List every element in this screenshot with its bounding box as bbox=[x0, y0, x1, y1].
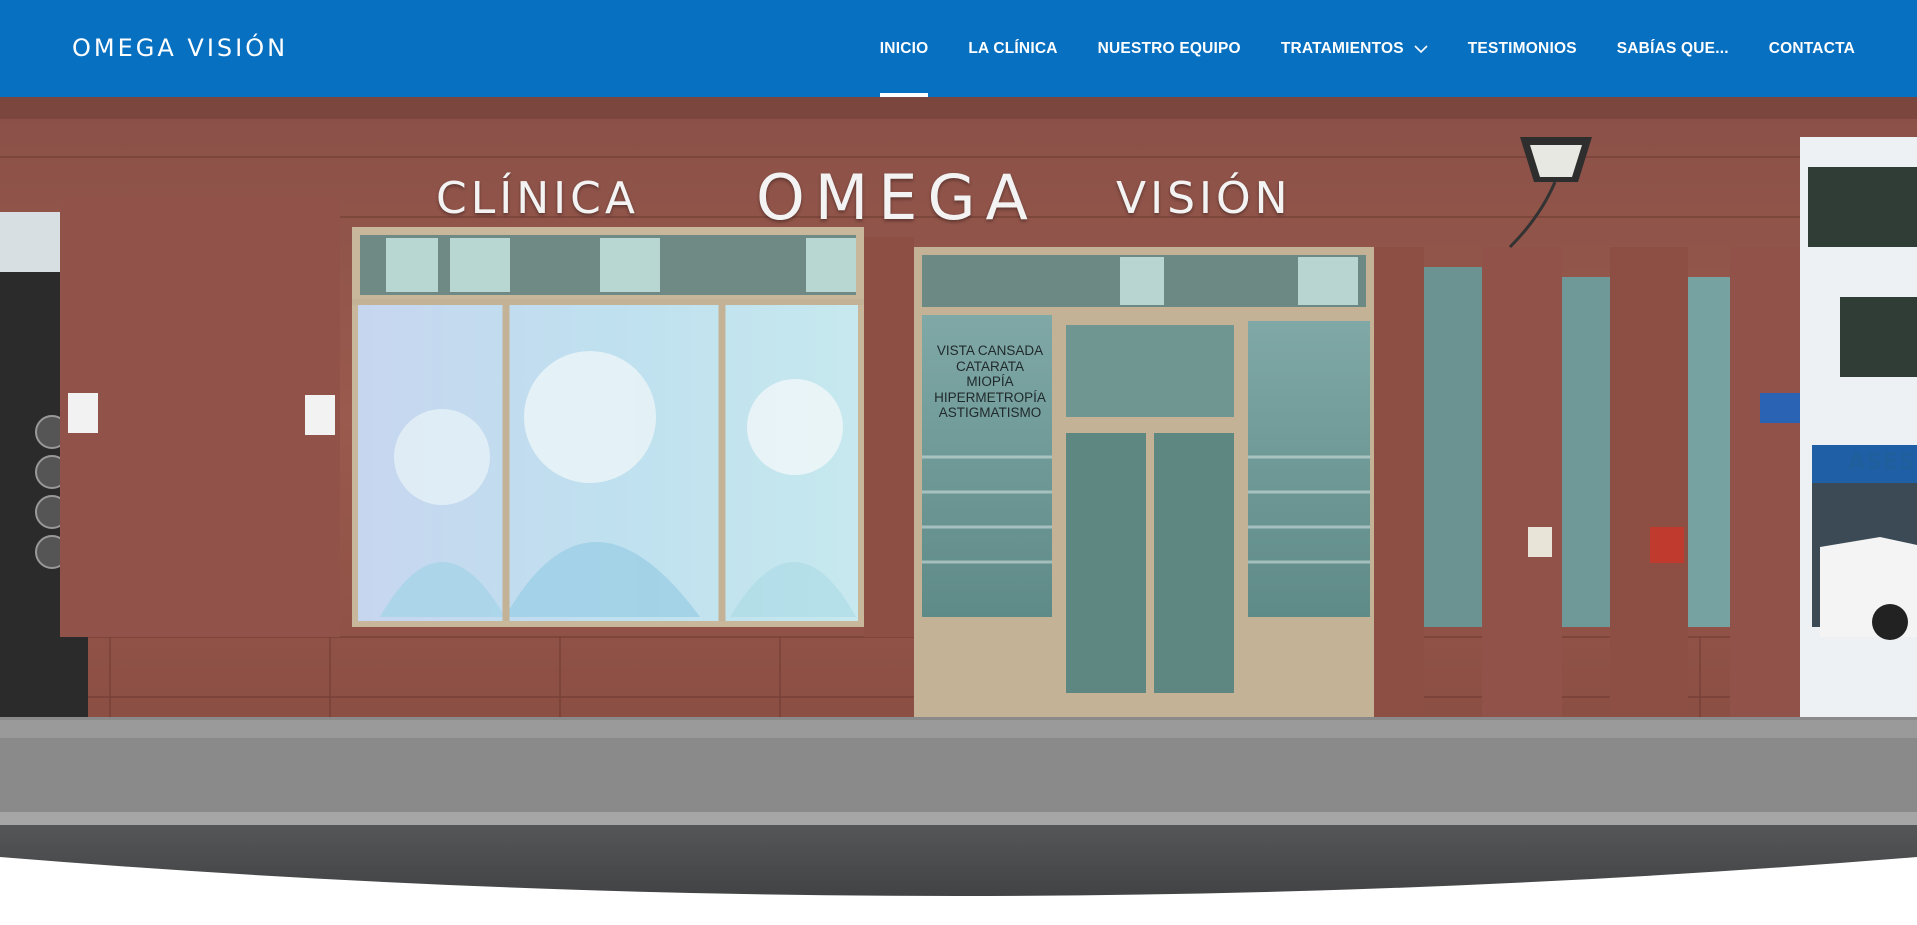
nav-item-label: INICIO bbox=[879, 39, 929, 57]
nav-item-contacta[interactable]: CONTACTA bbox=[1769, 0, 1855, 97]
nav-item-label: TESTIMONIOS bbox=[1467, 39, 1577, 57]
nav-item-la-clinica[interactable]: LA CLÍNICA bbox=[968, 0, 1057, 97]
window-line: ASTIGMATISMO bbox=[938, 405, 1042, 420]
sign-word-vision: VISIÓN bbox=[1116, 173, 1292, 224]
window-line: HIPERMETROPÍA bbox=[934, 389, 1046, 405]
sign-word-omega: OMEGA bbox=[756, 161, 1038, 234]
nav-item-inicio[interactable]: INICIO bbox=[879, 0, 929, 97]
nav-item-label: SABÍAS QUE... bbox=[1616, 39, 1729, 57]
nav-item-tratamientos[interactable]: TRATAMIENTOS bbox=[1281, 0, 1428, 97]
window-line: CATARATA bbox=[955, 358, 1024, 374]
sign-word-clinica: CLÍNICA bbox=[436, 173, 639, 224]
chevron-down-icon[interactable] bbox=[1414, 44, 1428, 54]
neighbor-shop-sign: ASES bbox=[1848, 450, 1916, 475]
site-header: OMEGA VISIÓN INICIO LA CLÍNICA NUESTRO E… bbox=[0, 0, 1917, 97]
window-line: MIOPÍA bbox=[966, 374, 1014, 389]
site-logo[interactable]: OMEGA VISIÓN bbox=[72, 34, 288, 62]
main-nav: INICIO LA CLÍNICA NUESTRO EQUIPO TRATAMI… bbox=[840, 0, 1855, 97]
window-line: VISTA CANSADA bbox=[936, 343, 1044, 358]
nav-item-label: LA CLÍNICA bbox=[968, 39, 1058, 57]
nav-item-label: NUESTRO EQUIPO bbox=[1097, 39, 1241, 57]
hero-image: CLÍNICA OMEGA VISIÓN VISTA CANSADA CATAR… bbox=[0, 97, 1917, 907]
window-lettering: VISTA CANSADA CATARATA MIOPÍA HIPERMETRO… bbox=[920, 343, 1060, 421]
nav-item-testimonios[interactable]: TESTIMONIOS bbox=[1468, 0, 1577, 97]
nav-item-label: CONTACTA bbox=[1768, 39, 1855, 57]
nav-item-label: TRATAMIENTOS bbox=[1280, 39, 1404, 57]
nav-item-sabias-que[interactable]: SABÍAS QUE... bbox=[1617, 0, 1729, 97]
clinic-sign: CLÍNICA OMEGA VISIÓN bbox=[436, 157, 1316, 227]
nav-item-nuestro-equipo[interactable]: NUESTRO EQUIPO bbox=[1098, 0, 1241, 97]
